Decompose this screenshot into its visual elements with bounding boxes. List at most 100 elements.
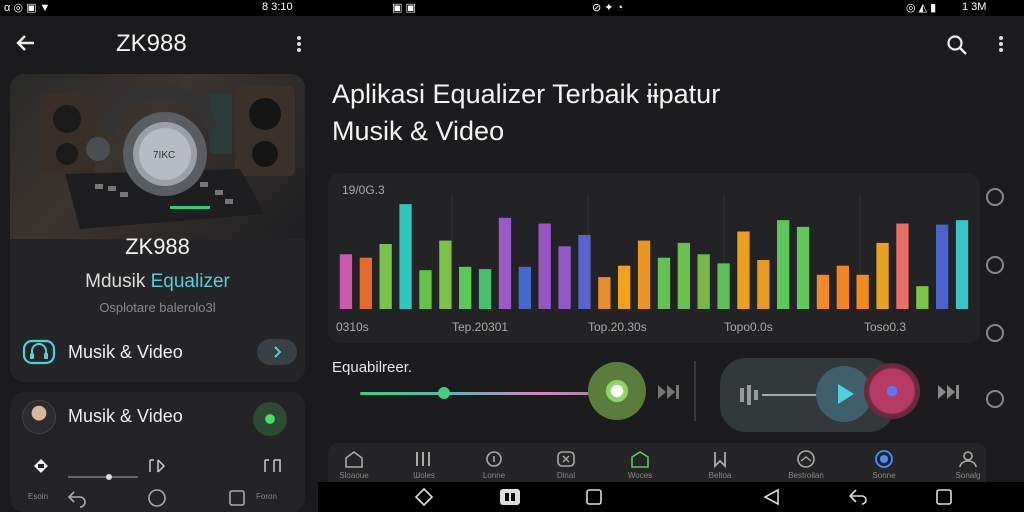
more-menu-icon[interactable] [296, 34, 302, 54]
nav-tab-profile[interactable]: Sonalg [946, 449, 990, 480]
spectrum-bar [717, 263, 730, 309]
page-headline: Aplikasi Equalizer Terbaik ɨɨpatur Musik… [332, 76, 812, 150]
nav-tab-info[interactable]: Lonne [472, 449, 516, 480]
chevron-right-button[interactable] [257, 339, 297, 365]
search-icon[interactable] [946, 34, 968, 56]
status-mid-right-icons: ⊘ ✦ ◔ [592, 2, 624, 14]
video-icon [557, 451, 575, 467]
spectrum-bar [737, 231, 750, 309]
status-indicator-icon[interactable] [253, 402, 287, 436]
tuning-icon[interactable] [262, 458, 282, 474]
alert-icon[interactable] [986, 256, 1004, 274]
skip-forward-icon[interactable] [656, 382, 682, 402]
nav-tab-bookmark[interactable]: Beltoa [698, 449, 742, 480]
spectrum-bar [618, 265, 631, 309]
nav-home-icon[interactable] [146, 488, 168, 508]
nav-tab-label: Woces [627, 471, 653, 480]
spectrum-bar [657, 257, 671, 309]
spectrum-bar [955, 220, 969, 309]
status-time-left: 8 3:10 [262, 1, 293, 13]
spectrum-bar [498, 217, 512, 309]
spectrum-bar [578, 234, 591, 309]
nav-screenshot-icon[interactable] [498, 486, 522, 508]
record-button[interactable] [864, 363, 920, 419]
nav-tab-equalizer[interactable]: Sonne [862, 449, 906, 480]
spectrum-bar [558, 246, 571, 309]
spectrum-bar [916, 286, 929, 309]
speaker-icon[interactable] [30, 456, 52, 476]
bars-icon [416, 452, 430, 466]
right-nav-bar [318, 482, 1024, 512]
nav-tab-label: Bestroilan [788, 471, 824, 480]
now-playing-label: Musik & Video [68, 406, 183, 426]
spectrum-bar [936, 224, 949, 309]
volume-slider[interactable] [68, 474, 138, 480]
spectrum-bar [598, 277, 611, 309]
status-mid-icons: ▣ ▣ [392, 2, 416, 14]
spectrum-bar [637, 240, 651, 309]
hero-subtitle: Mdusik Equalizer [10, 271, 305, 293]
nav-back-icon-right[interactable] [760, 486, 784, 508]
spectrum-bar [896, 223, 909, 309]
hero-subtitle-prefix: Mdusik [85, 271, 151, 292]
spectrum-bar [538, 223, 551, 309]
equalizer-knob[interactable] [588, 362, 646, 420]
equalizer-slider[interactable] [360, 392, 620, 395]
avatar[interactable] [22, 400, 56, 434]
nav-recents-icon[interactable] [226, 488, 248, 508]
home-icon [345, 451, 363, 468]
status-left-icons: α ◎ ▣ ▼ [4, 2, 51, 14]
nav-back-icon[interactable] [66, 488, 88, 508]
spectrum-bar [399, 204, 412, 309]
hero-name: ZK988 [125, 234, 190, 259]
store-icon [631, 451, 649, 468]
musik-video-label: Musik & Video [68, 342, 183, 362]
spectrum-bar [876, 242, 889, 309]
settings-icon[interactable] [986, 390, 1004, 408]
queue-icon[interactable] [148, 458, 168, 474]
chart-title: 19/0G.3 [342, 183, 385, 197]
nav-tab-label: Sonalg [955, 471, 981, 480]
right-phone-screen: Aplikasi Equalizer Terbaik ɨɨpatur Musik… [318, 16, 1024, 512]
spectrum-bar [677, 242, 690, 309]
nav-tab-label: Beltoa [708, 471, 732, 480]
spectrum-bar [439, 240, 452, 309]
more-menu-icon-right[interactable] [998, 34, 1004, 54]
bottom-navigation: Sloaoue Ɯoles Lonne Dinal Woces Beltoa B… [328, 443, 986, 483]
nav-undo-icon[interactable] [846, 486, 870, 508]
volume-slider-thumb[interactable] [106, 474, 112, 480]
eq-icon [875, 450, 893, 468]
spectrum-bar [856, 274, 869, 309]
equalizer-slider-thumb[interactable] [438, 387, 450, 399]
nav-tab-video[interactable]: Dinal [544, 449, 588, 480]
spectrum-bar [796, 226, 810, 309]
record-icon[interactable] [986, 324, 1004, 342]
nav-tab-home[interactable]: Sloaoue [332, 449, 376, 480]
spectrum-bar [478, 269, 492, 309]
nav-rotate-icon[interactable] [412, 486, 436, 508]
back-arrow-icon[interactable] [14, 32, 36, 54]
spectrum-bar [419, 270, 432, 309]
spectrum-bar [518, 266, 531, 309]
divider [694, 361, 696, 421]
nav-tab-bars[interactable]: Ɯoles [402, 449, 446, 480]
x-tick-label: Top.20.30s [588, 320, 647, 334]
musik-video-row[interactable]: Musik & Video [22, 336, 297, 370]
spectrum-bar [379, 244, 392, 309]
nav-recents-icon-right[interactable] [582, 486, 606, 508]
nav-tab-label: Ɯoles [413, 471, 435, 480]
nav-overview-icon[interactable] [932, 486, 956, 508]
x-tick-label: Toso0.3 [864, 320, 907, 334]
hero-card[interactable]: 7IKC ZK988 Mdusik Equalizer Osplotare ba… [10, 74, 305, 382]
next-track-icon[interactable] [936, 382, 962, 402]
nav-tab-store[interactable]: Woces [618, 449, 662, 480]
waveform-icon [740, 385, 818, 405]
headline-tail: ɨɨpatur [646, 79, 721, 109]
app-title: ZK988 [116, 30, 187, 57]
share-icon[interactable] [986, 188, 1004, 206]
nav-tab-dashboard[interactable]: Bestroilan [784, 449, 828, 480]
equalizer-label: Equabilreer. [332, 359, 413, 376]
x-tick-label: Topo0.0s [724, 320, 773, 334]
spectrum-bar [757, 260, 770, 309]
user-icon [959, 451, 977, 468]
